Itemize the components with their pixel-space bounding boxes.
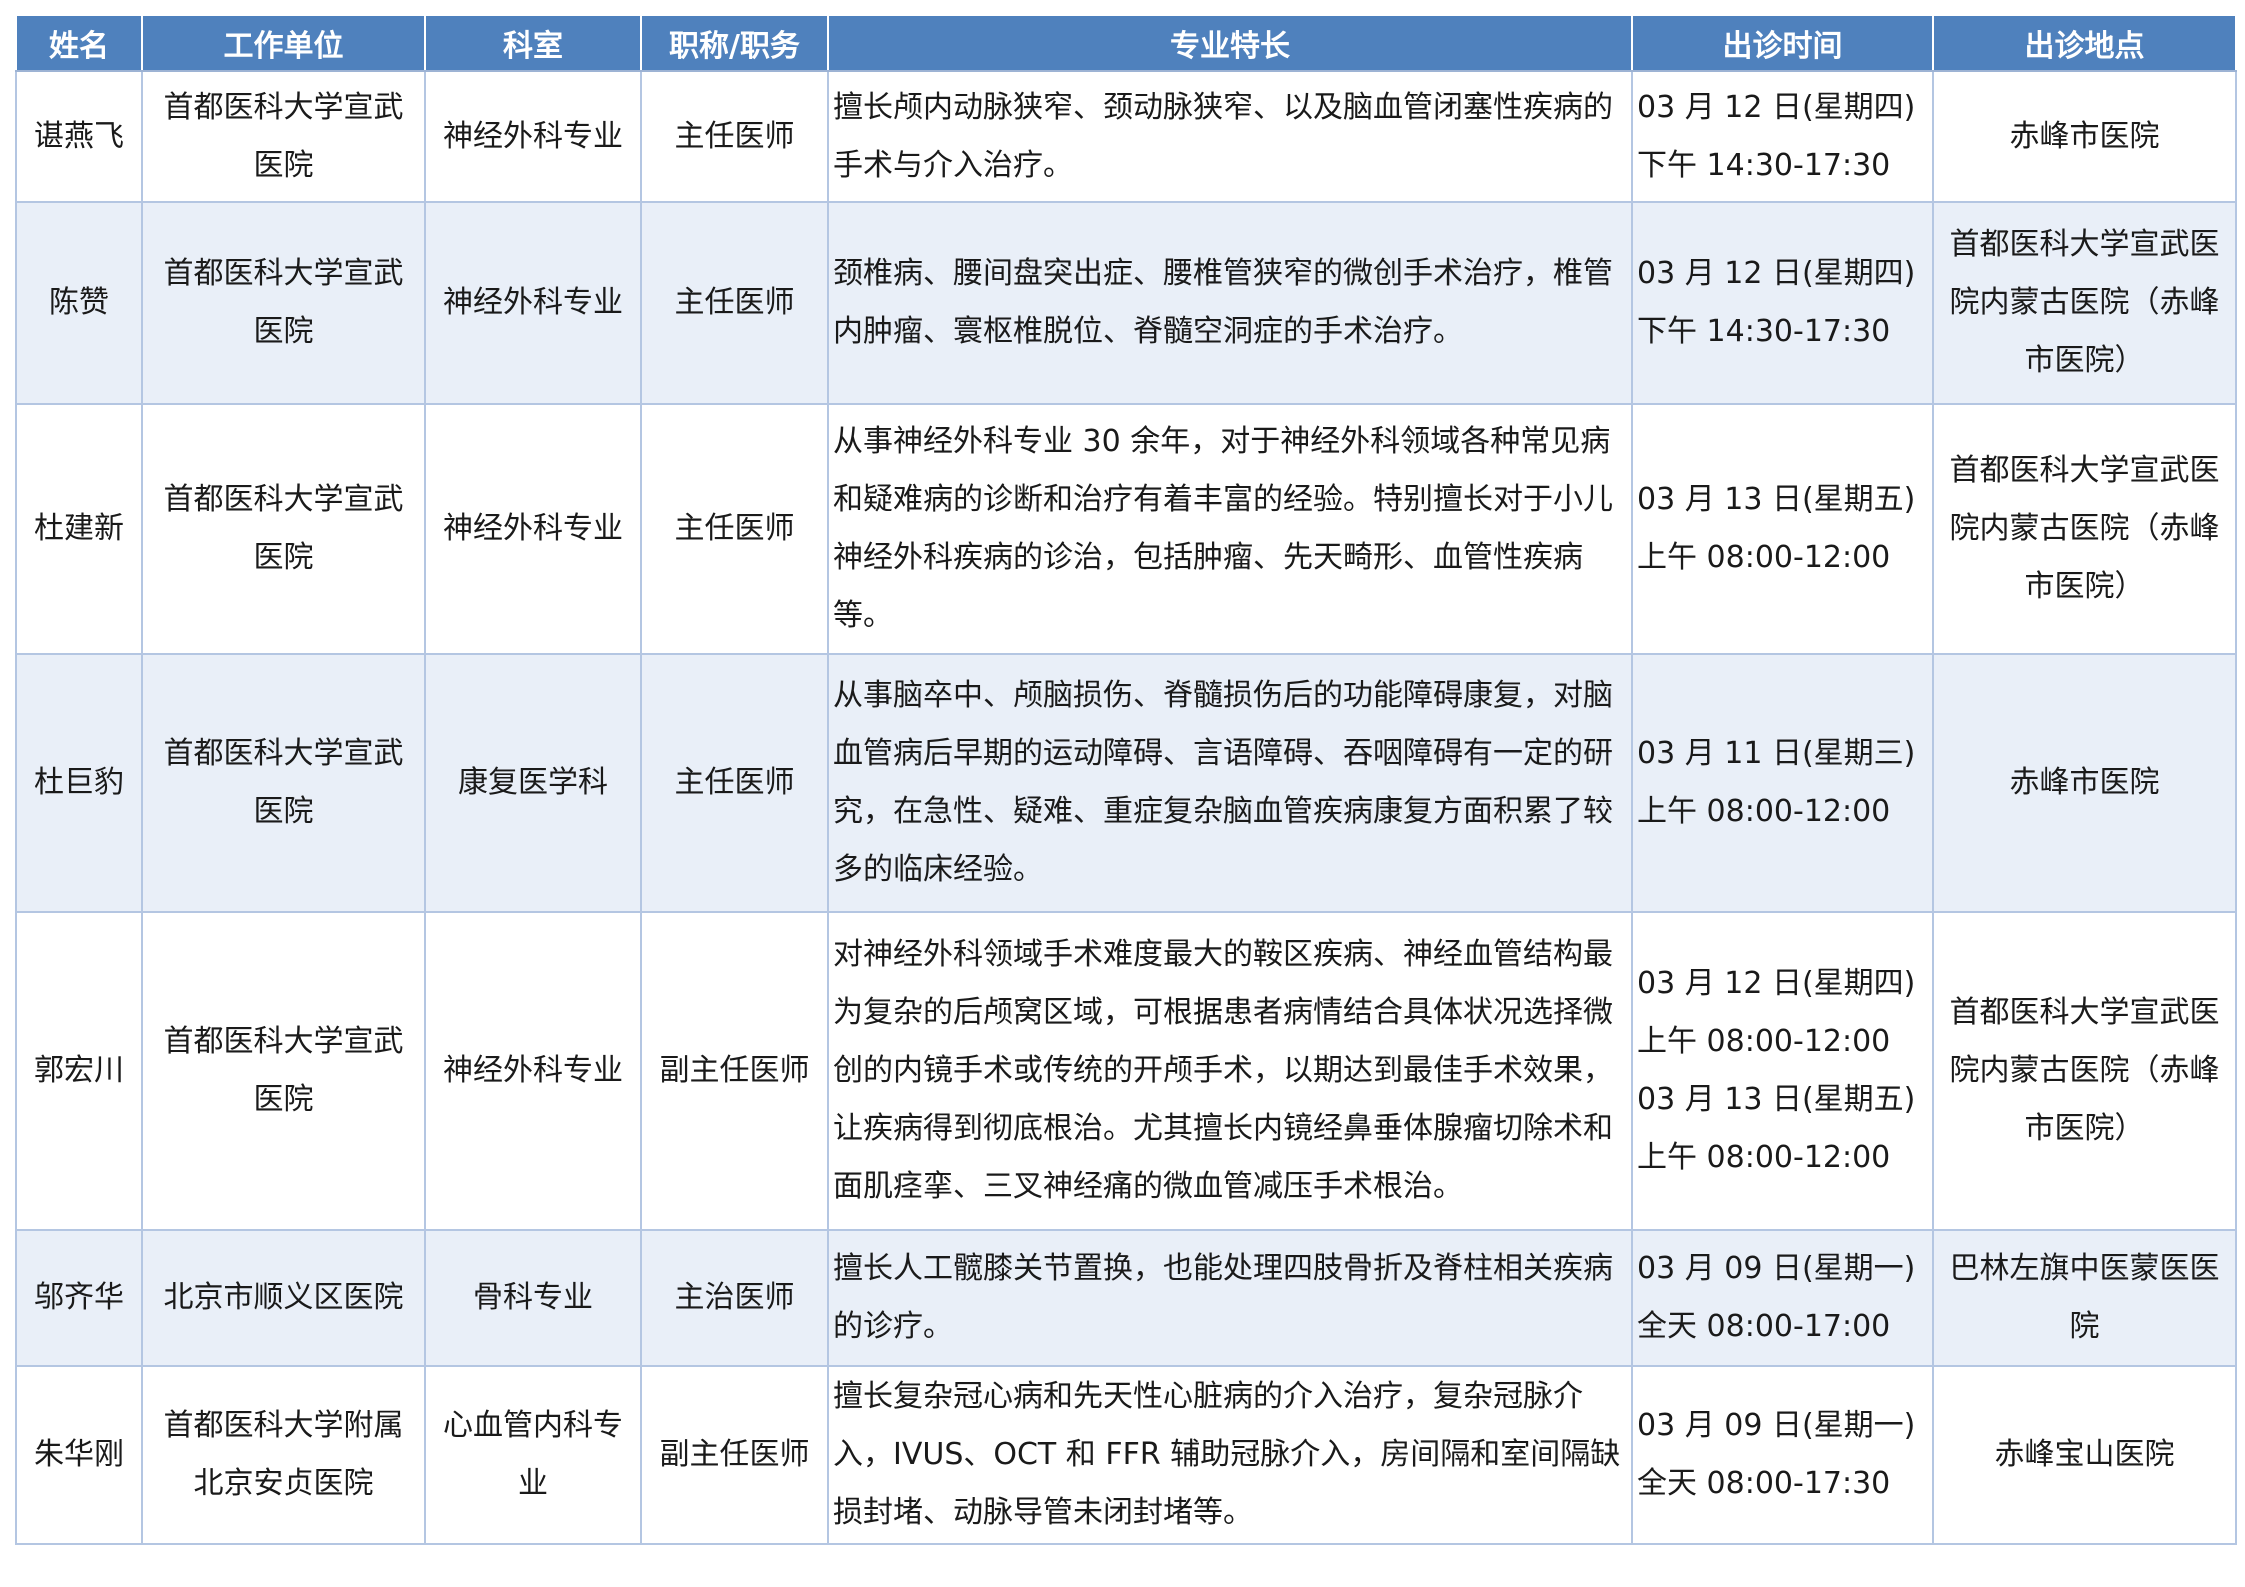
- clinic-time: 03 月 12 日(星期四) 上午 08:00-12:00 03 月 13 日(…: [1631, 911, 1934, 1231]
- job-title: 副主任医师: [640, 911, 829, 1231]
- job-title: 副主任医师: [640, 1365, 829, 1545]
- clinic-location: 首都医科大学宣武医 院内蒙古医院（赤峰 市医院）: [1932, 911, 2237, 1231]
- header-title: 职称/职务: [640, 14, 829, 72]
- header-unit: 工作单位: [141, 14, 426, 72]
- work-unit: 首都医科大学宣武 医院: [141, 403, 426, 655]
- work-unit: 北京市顺义区医院: [141, 1229, 426, 1367]
- department: 骨科专业: [424, 1229, 642, 1367]
- job-title: 主任医师: [640, 403, 829, 655]
- doctor-name: 谌燕飞: [15, 70, 143, 203]
- doctor-schedule-table: 姓名 工作单位 科室 职称/职务 专业特长 出诊时间 出诊地点 谌燕飞 首都医科…: [15, 14, 2237, 1545]
- table-row: 杜建新 首都医科大学宣武 医院 神经外科专业 主任医师 从事神经外科专业 30 …: [15, 403, 2237, 655]
- doctor-name: 杜巨豹: [15, 653, 143, 913]
- clinic-location: 赤峰宝山医院: [1932, 1365, 2237, 1545]
- work-unit: 首都医科大学宣武 医院: [141, 201, 426, 405]
- header-dept: 科室: [424, 14, 642, 72]
- table-row: 朱华刚 首都医科大学附属 北京安贞医院 心血管内科专 业 副主任医师 擅长复杂冠…: [15, 1365, 2237, 1545]
- department: 神经外科专业: [424, 201, 642, 405]
- work-unit: 首都医科大学附属 北京安贞医院: [141, 1365, 426, 1545]
- specialty: 对神经外科领域手术难度最大的鞍区疾病、神经血管结构最为复杂的后颅窝区域，可根据患…: [827, 911, 1633, 1231]
- header-location: 出诊地点: [1932, 14, 2237, 72]
- clinic-time: 03 月 11 日(星期三) 上午 08:00-12:00: [1631, 653, 1934, 913]
- doctor-name: 陈赞: [15, 201, 143, 405]
- header-name: 姓名: [15, 14, 143, 72]
- table-row: 陈赞 首都医科大学宣武 医院 神经外科专业 主任医师 颈椎病、腰间盘突出症、腰椎…: [15, 201, 2237, 405]
- doctor-name: 朱华刚: [15, 1365, 143, 1545]
- table-row: 邬齐华 北京市顺义区医院 骨科专业 主治医师 擅长人工髋膝关节置换，也能处理四肢…: [15, 1229, 2237, 1367]
- doctor-name: 郭宏川: [15, 911, 143, 1231]
- clinic-time: 03 月 09 日(星期一) 全天 08:00-17:00: [1631, 1229, 1934, 1367]
- job-title: 主任医师: [640, 653, 829, 913]
- table-header-row: 姓名 工作单位 科室 职称/职务 专业特长 出诊时间 出诊地点: [15, 14, 2237, 72]
- job-title: 主任医师: [640, 70, 829, 203]
- department: 神经外科专业: [424, 70, 642, 203]
- table-row: 杜巨豹 首都医科大学宣武 医院 康复医学科 主任医师 从事脑卒中、颅脑损伤、脊髓…: [15, 653, 2237, 913]
- specialty: 擅长颅内动脉狭窄、颈动脉狭窄、以及脑血管闭塞性疾病的手术与介入治疗。: [827, 70, 1633, 203]
- clinic-location: 首都医科大学宣武医 院内蒙古医院（赤峰 市医院）: [1932, 403, 2237, 655]
- department: 心血管内科专 业: [424, 1365, 642, 1545]
- header-time: 出诊时间: [1631, 14, 1934, 72]
- specialty: 颈椎病、腰间盘突出症、腰椎管狭窄的微创手术治疗，椎管内肿瘤、寰枢椎脱位、脊髓空洞…: [827, 201, 1633, 405]
- clinic-location: 赤峰市医院: [1932, 653, 2237, 913]
- clinic-time: 03 月 13 日(星期五) 上午 08:00-12:00: [1631, 403, 1934, 655]
- header-specialty: 专业特长: [827, 14, 1633, 72]
- job-title: 主治医师: [640, 1229, 829, 1367]
- clinic-time: 03 月 12 日(星期四) 下午 14:30-17:30: [1631, 70, 1934, 203]
- specialty: 擅长复杂冠心病和先天性心脏病的介入治疗，复杂冠脉介入，IVUS、OCT 和 FF…: [827, 1365, 1633, 1545]
- specialty: 擅长人工髋膝关节置换，也能处理四肢骨折及脊柱相关疾病的诊疗。: [827, 1229, 1633, 1367]
- clinic-time: 03 月 09 日(星期一) 全天 08:00-17:30: [1631, 1365, 1934, 1545]
- clinic-time: 03 月 12 日(星期四) 下午 14:30-17:30: [1631, 201, 1934, 405]
- doctor-name: 邬齐华: [15, 1229, 143, 1367]
- doctor-name: 杜建新: [15, 403, 143, 655]
- clinic-location: 赤峰市医院: [1932, 70, 2237, 203]
- specialty: 从事神经外科专业 30 余年，对于神经外科领域各种常见病和疑难病的诊断和治疗有着…: [827, 403, 1633, 655]
- specialty: 从事脑卒中、颅脑损伤、脊髓损伤后的功能障碍康复，对脑血管病后早期的运动障碍、言语…: [827, 653, 1633, 913]
- job-title: 主任医师: [640, 201, 829, 405]
- table-row: 谌燕飞 首都医科大学宣武 医院 神经外科专业 主任医师 擅长颅内动脉狭窄、颈动脉…: [15, 70, 2237, 203]
- clinic-location: 巴林左旗中医蒙医医 院: [1932, 1229, 2237, 1367]
- clinic-location: 首都医科大学宣武医 院内蒙古医院（赤峰 市医院）: [1932, 201, 2237, 405]
- work-unit: 首都医科大学宣武 医院: [141, 70, 426, 203]
- work-unit: 首都医科大学宣武 医院: [141, 653, 426, 913]
- department: 康复医学科: [424, 653, 642, 913]
- table-row: 郭宏川 首都医科大学宣武 医院 神经外科专业 副主任医师 对神经外科领域手术难度…: [15, 911, 2237, 1231]
- department: 神经外科专业: [424, 911, 642, 1231]
- department: 神经外科专业: [424, 403, 642, 655]
- work-unit: 首都医科大学宣武 医院: [141, 911, 426, 1231]
